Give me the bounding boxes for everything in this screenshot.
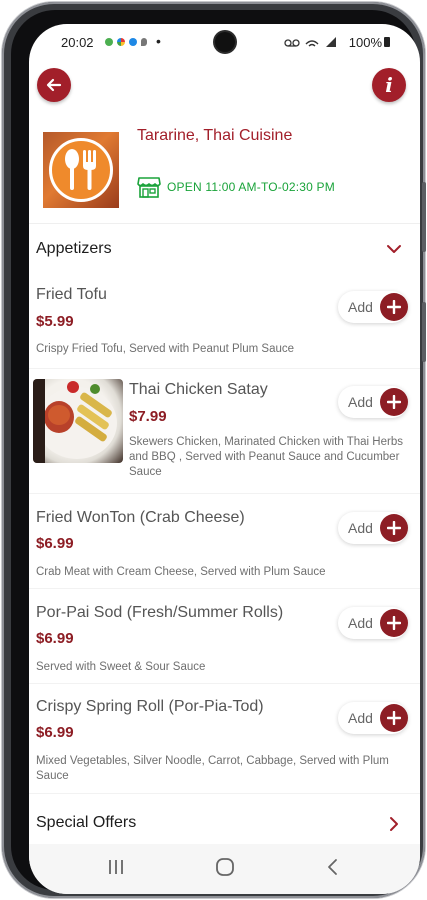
- section-title: Appetizers: [36, 240, 112, 257]
- add-button[interactable]: Add: [338, 702, 408, 734]
- add-label: Add: [348, 520, 373, 536]
- signal-icon: [284, 37, 336, 47]
- app-bar: i: [29, 62, 420, 114]
- back-button[interactable]: [37, 68, 71, 102]
- add-button[interactable]: Add: [338, 386, 408, 418]
- restaurant-header: Tararine, Thai Cuisine OPEN 11:00 AM-TO-…: [29, 114, 420, 224]
- menu-item-fried-wonton[interactable]: Fried WonTon (Crab Cheese) $6.99 Crab Me…: [29, 494, 420, 589]
- plus-icon: [380, 293, 408, 321]
- home-button[interactable]: [215, 858, 235, 876]
- plus-icon: [380, 704, 408, 732]
- add-label: Add: [348, 299, 373, 315]
- satay-photo: [33, 379, 123, 463]
- plus-icon: [380, 609, 408, 637]
- front-camera: [215, 32, 235, 52]
- battery-percent: 100%: [348, 35, 382, 50]
- item-name: Fried WonTon (Crab Cheese): [36, 509, 245, 526]
- screen: 20:02 • 100% i Tararine, Thai Cuisine OP…: [29, 24, 420, 894]
- item-price: $6.99: [36, 630, 74, 647]
- info-button[interactable]: i: [372, 68, 406, 102]
- menu-item-thai-chicken-satay[interactable]: Thai Chicken Satay $7.99 Skewers Chicken…: [29, 369, 420, 494]
- item-description: Served with Sweet & Sour Sauce: [36, 661, 206, 673]
- storefront-icon: [137, 177, 161, 198]
- item-name: Thai Chicken Satay: [129, 381, 268, 398]
- add-label: Add: [348, 615, 373, 631]
- menu-item-fried-tofu[interactable]: Fried Tofu $5.99 Crispy Fried Tofu, Serv…: [29, 274, 420, 369]
- item-name: Fried Tofu: [36, 286, 107, 303]
- status-bar: 20:02 • 100%: [29, 24, 420, 60]
- open-hours: OPEN 11:00 AM-TO-02:30 PM: [137, 176, 335, 198]
- add-label: Add: [348, 710, 373, 726]
- power-button: [422, 302, 426, 362]
- add-button[interactable]: Add: [338, 291, 408, 323]
- add-label: Add: [348, 394, 373, 410]
- restaurant-logo: [43, 132, 119, 208]
- item-price: $6.99: [36, 724, 74, 741]
- item-price: $6.99: [36, 535, 74, 552]
- menu-content[interactable]: Tararine, Thai Cuisine OPEN 11:00 AM-TO-…: [29, 114, 420, 854]
- section-title: Special Offers: [36, 814, 137, 831]
- add-button[interactable]: Add: [338, 512, 408, 544]
- more-notifications-dot: •: [156, 33, 161, 49]
- menu-item-por-pai-sod[interactable]: Por-Pai Sod (Fresh/Summer Rolls) $6.99 S…: [29, 589, 420, 684]
- item-name: Por-Pai Sod (Fresh/Summer Rolls): [36, 604, 284, 621]
- spoon-fork-icon: [65, 149, 96, 190]
- location-icon: [141, 38, 147, 46]
- google-icon: [117, 38, 125, 46]
- chevron-down-icon: [387, 245, 401, 253]
- plus-icon: [380, 388, 408, 416]
- chrome-icon: [129, 38, 137, 46]
- volume-button: [422, 182, 426, 252]
- special-offers-section-header[interactable]: Special Offers: [29, 794, 420, 850]
- recent-apps-button[interactable]: [107, 858, 125, 876]
- info-icon: i: [385, 73, 393, 97]
- item-description: Crispy Fried Tofu, Served with Peanut Pl…: [36, 343, 295, 355]
- restaurant-name: Tararine, Thai Cuisine: [137, 127, 293, 144]
- back-nav-button[interactable]: [326, 858, 340, 876]
- item-description: Crab Meat with Cream Cheese, Served with…: [36, 566, 326, 578]
- battery-icon: [384, 37, 390, 47]
- phone-bezel: 20:02 • 100% i Tararine, Thai Cuisine OP…: [11, 10, 420, 894]
- open-hours-text: OPEN 11:00 AM-TO-02:30 PM: [167, 180, 335, 194]
- item-price: $7.99: [129, 408, 167, 425]
- add-button[interactable]: Add: [338, 607, 408, 639]
- phone-frame: 20:02 • 100% i Tararine, Thai Cuisine OP…: [2, 2, 426, 898]
- plus-icon: [380, 514, 408, 542]
- appetizers-section-header[interactable]: Appetizers: [29, 224, 420, 274]
- status-time: 20:02: [61, 35, 94, 50]
- status-icons: [284, 36, 342, 51]
- arrow-left-icon: [46, 78, 62, 92]
- item-name: Crispy Spring Roll (Por-Pia-Tod): [36, 698, 264, 715]
- chevron-right-icon: [390, 817, 398, 831]
- item-description: Mixed Vegetables, Silver Noodle, Carrot,…: [36, 755, 389, 782]
- item-description: Skewers Chicken, Marinated Chicken with …: [129, 436, 403, 478]
- item-price: $5.99: [36, 313, 74, 330]
- notification-icon: [105, 38, 113, 46]
- system-navigation-bar: [29, 844, 420, 894]
- menu-item-crispy-spring-roll[interactable]: Crispy Spring Roll (Por-Pia-Tod) $6.99 M…: [29, 684, 420, 794]
